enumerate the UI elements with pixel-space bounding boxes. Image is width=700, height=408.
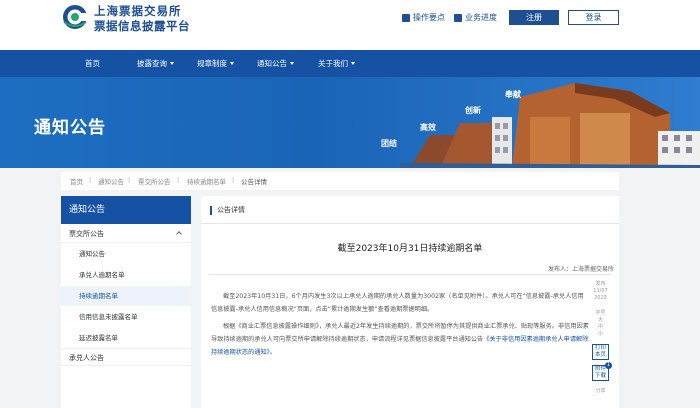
- breadcrumb-home[interactable]: 首页: [70, 176, 83, 186]
- publish-date: 11/07 2023: [593, 288, 608, 301]
- font-size-large[interactable]: 大: [592, 317, 609, 324]
- chevron-down-icon: [351, 62, 355, 65]
- building-illustration: [400, 83, 700, 168]
- content-header: 公告详情: [201, 196, 619, 224]
- share-label: 分享: [595, 388, 606, 394]
- sidebar-item-undisclosed[interactable]: 信用信息未披露名单: [61, 307, 191, 327]
- sidebar-group-exchange-notices[interactable]: 票交所公告: [61, 225, 191, 243]
- sidebar-group-acceptor-notices[interactable]: 承兑人公告: [61, 348, 191, 366]
- chevron-down-icon: [170, 62, 174, 65]
- print-button[interactable]: 打印本页: [592, 344, 609, 360]
- nav-item-rules[interactable]: 规章制度: [197, 50, 234, 77]
- nav-item-label: 披露查询: [137, 59, 167, 68]
- attachment-count-badge: 1: [605, 362, 612, 369]
- font-size-small[interactable]: 小: [592, 331, 609, 338]
- nav-item-label: 规章制度: [197, 59, 227, 68]
- chevron-down-icon: [290, 62, 294, 65]
- top-header: 上海票据交易所 票据信息披露平台 操作要点 业务进度 注册 登录: [0, 0, 700, 50]
- breadcrumb-notices[interactable]: 通知公告: [98, 176, 124, 186]
- progress-link-label: 业务进度: [465, 13, 497, 22]
- notice-paragraph-2: 根据《商业汇票信息披露操作细则》，承兑人最近2年发生持续逾期的，票交所将暂停为其…: [211, 320, 589, 359]
- paragraph-text: 截至2023年10月31日，6个月内发生3次以上承兑人逾期的承兑人数量为3002…: [211, 293, 584, 313]
- banner-title: 通知公告: [34, 118, 106, 138]
- nav-item-disclosure[interactable]: 披露查询: [137, 50, 174, 77]
- accent-bar: [210, 206, 212, 215]
- progress-link[interactable]: 业务进度: [454, 12, 497, 23]
- document-icon: [402, 13, 410, 22]
- nav-item-notices[interactable]: 通知公告: [257, 50, 294, 77]
- notice-paragraph-1: 截至2023年10月31日，6个月内发生3次以上承兑人逾期的承兑人数量为3002…: [211, 290, 589, 316]
- breadcrumb-separator: |: [128, 176, 131, 184]
- banner-word: 高效: [420, 123, 436, 132]
- content-header-label: 公告详情: [217, 206, 245, 214]
- logo-icon[interactable]: [62, 4, 88, 30]
- sidebar-item-delayed[interactable]: 延迟披露名单: [61, 328, 191, 348]
- share-block[interactable]: 分享: [592, 388, 609, 395]
- banner-word: 奉献: [505, 90, 521, 99]
- register-button[interactable]: 注册: [509, 10, 559, 25]
- content-panel: 公告详情 截至2023年10月31日持续逾期名单 发布人：上海票据交易所 截至2…: [201, 196, 619, 408]
- nav-item-label: 关于我们: [318, 59, 348, 68]
- publisher: 发布人：上海票据交易所: [547, 266, 614, 273]
- progress-icon: [454, 13, 462, 22]
- font-size-label: 字号: [595, 310, 606, 316]
- sidebar-item-acceptor-overdue[interactable]: 承兑人逾期名单: [61, 265, 191, 285]
- breadcrumb-current: 公告详情: [241, 178, 267, 186]
- chevron-down-icon: [230, 62, 234, 65]
- divider: [209, 274, 611, 275]
- nav-item-home[interactable]: 首页: [85, 50, 100, 77]
- sidebar-group-label: 承兑人公告: [69, 354, 104, 362]
- main-nav: 首页 披露查询 规章制度 通知公告 关于我们: [0, 50, 700, 77]
- breadcrumb: 首页 | 通知公告 | 票交所公告 | 持续逾期名单 | 公告详情: [61, 172, 619, 190]
- banner-word: 创新: [465, 106, 481, 115]
- font-size-block: 字号 大 中 小: [592, 310, 609, 338]
- breadcrumb-separator: |: [177, 176, 180, 184]
- breadcrumb-overdue-list[interactable]: 持续逾期名单: [187, 176, 226, 186]
- sidebar: 通知公告 票交所公告 通知公告 承兑人逾期名单 持续逾期名单 信用信息未披露名单…: [61, 196, 191, 408]
- nav-item-label: 通知公告: [257, 59, 287, 68]
- breadcrumb-separator: |: [232, 176, 235, 184]
- logo-title: 上海票据交易所: [94, 4, 182, 18]
- banner-word: 团结: [381, 139, 397, 148]
- guide-link[interactable]: 操作要点: [402, 12, 445, 23]
- notice-title: 截至2023年10月31日持续逾期名单: [337, 244, 483, 254]
- sidebar-item-notices[interactable]: 通知公告: [61, 244, 191, 264]
- guide-link-label: 操作要点: [413, 13, 445, 22]
- paragraph-text: 。: [269, 349, 276, 356]
- publish-date-label: 发布: [595, 281, 606, 287]
- chevron-up-icon: [176, 231, 182, 237]
- nav-item-label: 首页: [85, 59, 100, 68]
- breadcrumb-exchange-notices[interactable]: 票交所公告: [138, 176, 171, 186]
- publish-date-block: 发布 11/07 2023: [592, 281, 609, 302]
- sidebar-title: 通知公告: [61, 196, 191, 224]
- breadcrumb-separator: |: [89, 176, 92, 184]
- page-banner: 通知公告 团结 高效 创新 奉献: [0, 77, 700, 168]
- logo-subtitle: 票据信息披露平台: [94, 19, 190, 33]
- sidebar-item-persistent-overdue[interactable]: 持续逾期名单: [61, 286, 191, 306]
- font-size-medium[interactable]: 中: [592, 324, 609, 331]
- sidebar-group-label: 票交所公告: [69, 230, 104, 238]
- nav-item-about[interactable]: 关于我们: [318, 50, 355, 77]
- login-button[interactable]: 登录: [568, 10, 619, 25]
